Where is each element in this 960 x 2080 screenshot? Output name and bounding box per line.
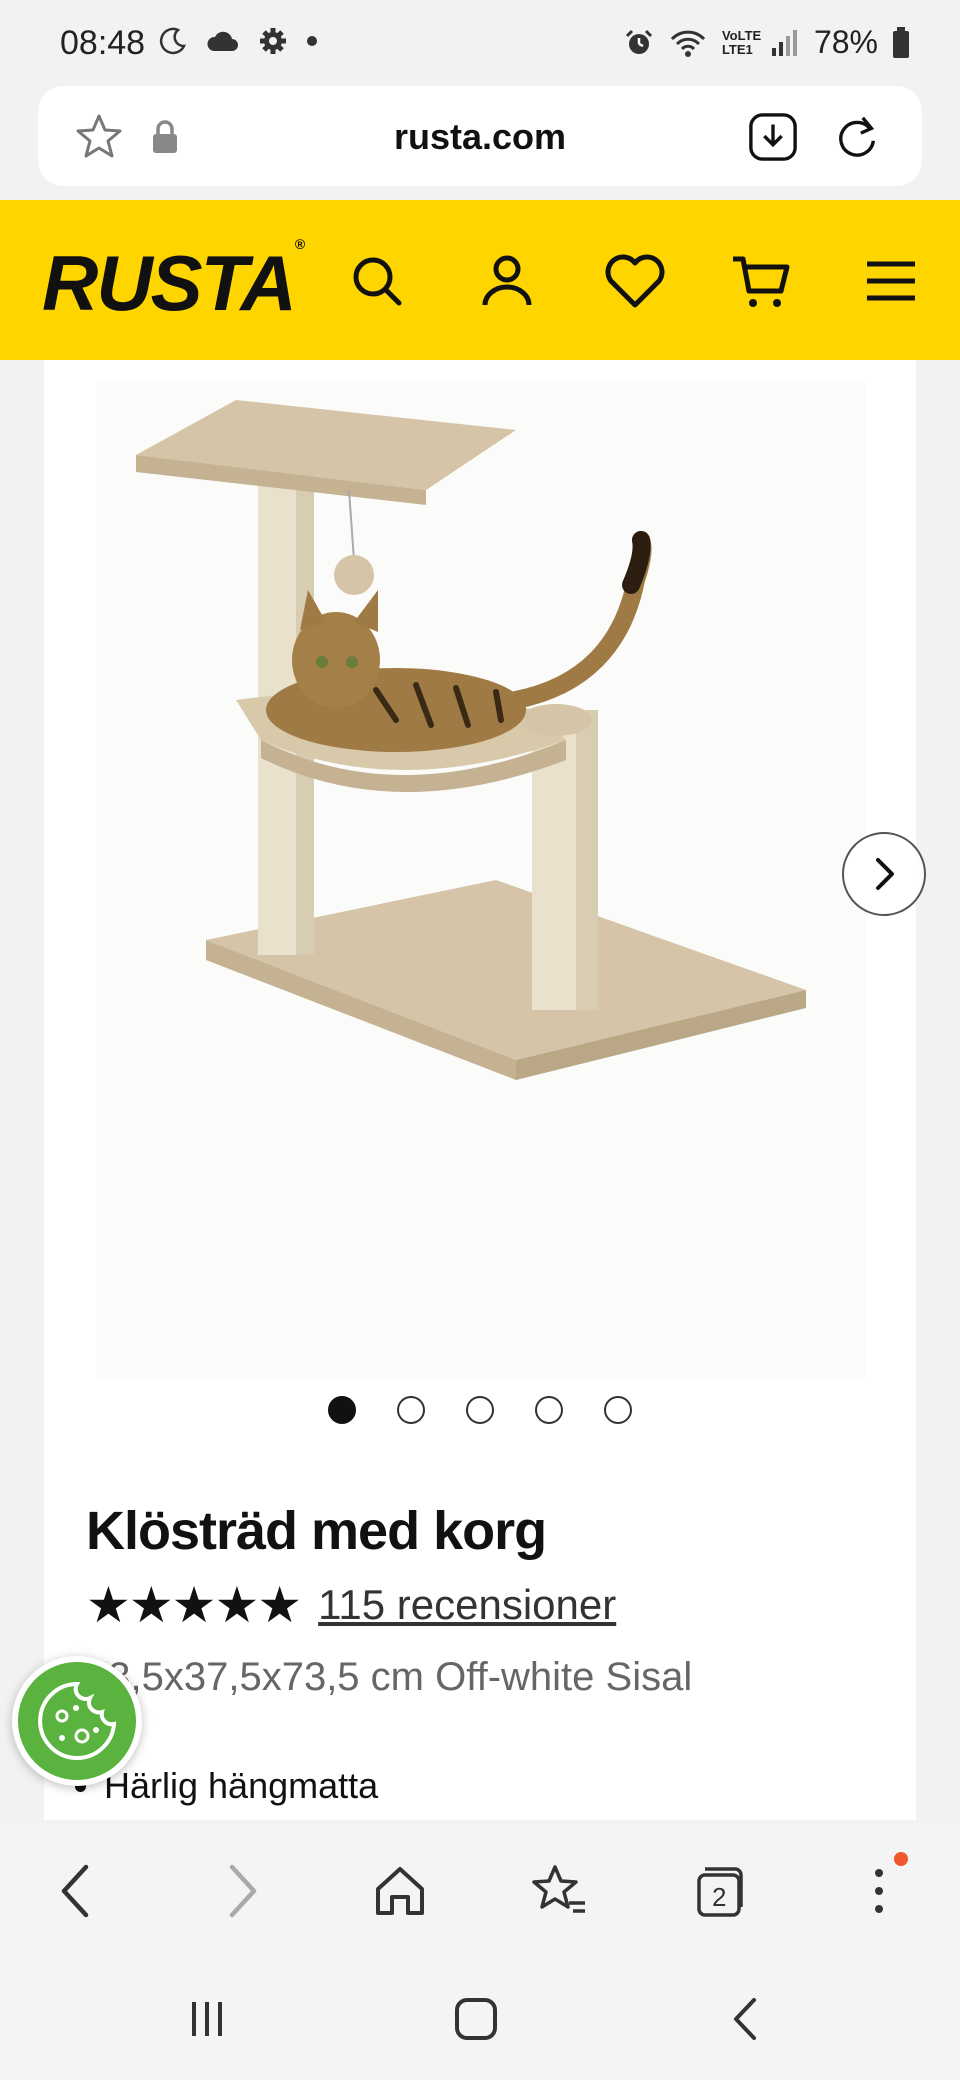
chevron-right-icon: [876, 858, 894, 890]
rusta-logo[interactable]: RUSTA®: [42, 236, 305, 329]
status-bar: 08:48 VoLTE LTE1 78%: [0, 0, 960, 90]
cloud-icon: [207, 31, 238, 51]
wifi-icon: [670, 30, 706, 57]
pagination-dot[interactable]: [328, 1396, 356, 1424]
heart-icon[interactable]: [600, 246, 670, 316]
cart-icon[interactable]: [726, 246, 796, 316]
product-image[interactable]: [96, 380, 926, 1380]
network-label: VoLTE LTE1: [721, 27, 762, 57]
pagination-dot[interactable]: [397, 1396, 425, 1424]
recent-apps-icon: [192, 2002, 222, 2036]
moon-icon: [159, 27, 186, 55]
bookmarks-star-icon: [532, 1865, 585, 1913]
recent-apps-button[interactable]: [172, 1984, 242, 2054]
home-square-icon: [455, 1998, 497, 2040]
notification-dot: [894, 1852, 908, 1866]
pagination-dot[interactable]: [466, 1396, 494, 1424]
system-home-button[interactable]: [441, 1984, 511, 2054]
forward-arrow-icon: [229, 1864, 257, 1918]
reload-icon[interactable]: [832, 112, 882, 162]
product-variant: 73,5x37,5x73,5 cm Off-white Sisal: [86, 1655, 693, 1699]
account-icon[interactable]: [472, 246, 542, 316]
image-pagination: [44, 1396, 916, 1424]
dot-icon: [307, 36, 317, 46]
feature-list: Härlig hängmatta: [104, 1765, 378, 1807]
status-time: 08:48: [60, 24, 146, 62]
more-vertical-icon: [875, 1869, 883, 1913]
url-bar[interactable]: rusta.com: [38, 86, 922, 186]
back-arrow-icon: [61, 1864, 89, 1918]
battery-icon: [893, 26, 909, 58]
bookmarks-button[interactable]: [524, 1856, 594, 1926]
download-icon[interactable]: [748, 112, 798, 162]
status-right: VoLTE LTE1 78%: [624, 24, 910, 61]
product-card: Klösträd med korg ★★★★★ 115 recensioner …: [44, 360, 926, 1820]
home-button[interactable]: [365, 1856, 435, 1926]
pagination-dot[interactable]: [535, 1396, 563, 1424]
tabs-button[interactable]: 2: [684, 1856, 754, 1926]
cookie-icon: [38, 1681, 117, 1760]
cookie-settings-button[interactable]: [12, 1656, 142, 1786]
reviews-link[interactable]: 115 recensioner: [318, 1581, 616, 1629]
more-options-button[interactable]: [844, 1852, 914, 1926]
back-button[interactable]: [42, 1856, 112, 1926]
feature-item: Härlig hängmatta: [104, 1765, 378, 1807]
tabs-count: 2: [712, 1882, 727, 1912]
home-icon: [376, 1867, 424, 1915]
rating-stars: ★★★★★: [86, 1577, 302, 1633]
product-title: Klösträd med korg: [86, 1501, 547, 1561]
logo-text: RUSTA: [42, 239, 297, 327]
system-back-button[interactable]: [712, 1984, 782, 2054]
browser-toolbar: 2: [0, 1826, 960, 1956]
status-left-icons: [158, 26, 318, 56]
menu-icon[interactable]: [856, 246, 926, 316]
search-icon[interactable]: [342, 246, 412, 316]
rating-row: ★★★★★ 115 recensioner: [86, 1580, 616, 1630]
system-nav-bar: [0, 1956, 960, 2080]
site-header: RUSTA®: [0, 200, 960, 360]
pagination-dot[interactable]: [604, 1396, 632, 1424]
gear-icon: [260, 28, 286, 54]
system-back-icon: [734, 1998, 756, 2040]
signal-icon: [771, 29, 797, 56]
next-image-button[interactable]: [842, 832, 926, 916]
forward-button[interactable]: [206, 1856, 276, 1926]
battery-percent: 78%: [813, 24, 878, 60]
alarm-icon: [625, 29, 653, 54]
